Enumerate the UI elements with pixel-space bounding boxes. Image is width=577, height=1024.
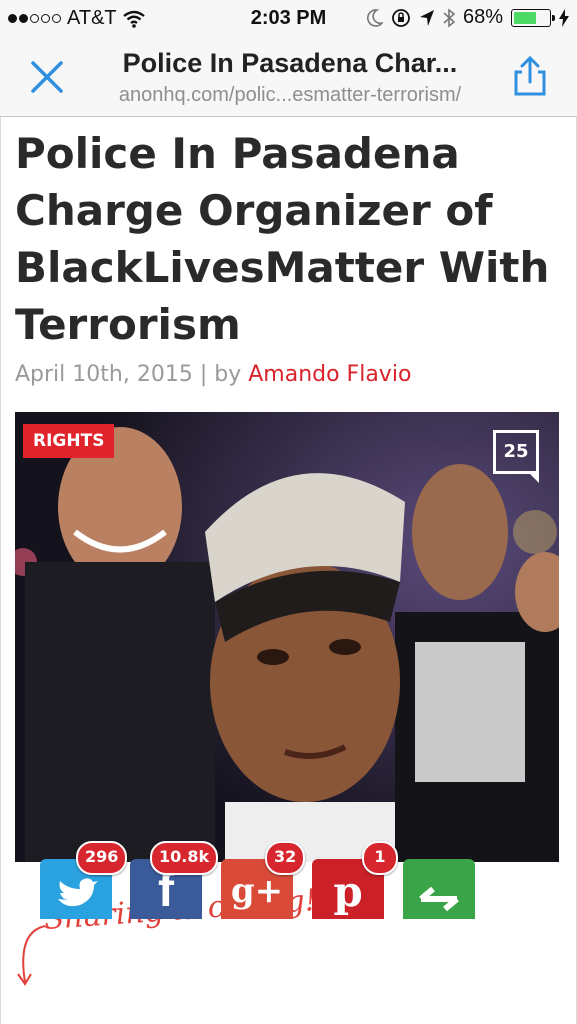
battery-percent: 68% — [462, 6, 503, 28]
page-title: Police In Pasadena Char... — [122, 48, 458, 78]
google-plus-count: 32 — [265, 841, 306, 875]
browser-header: Police In Pasadena Char... anonhq.com/po… — [0, 36, 577, 117]
sharethis-share-button[interactable] — [403, 859, 475, 919]
twitter-count: 296 — [76, 841, 128, 875]
page-url[interactable]: anonhq.com/polic...esmatter-terrorism/ — [80, 84, 500, 107]
category-badge[interactable]: RIGHTS — [23, 424, 115, 458]
facebook-count: 10.8k — [150, 841, 219, 875]
bluetooth-icon — [443, 7, 455, 28]
byline-separator: | — [199, 362, 208, 387]
article-headline: Police In Pasadena Charge Organizer of B… — [15, 129, 550, 349]
rotation-lock-icon — [392, 8, 410, 27]
article-byline: April 10th, 2015 | by Amando Flavio — [15, 362, 411, 387]
status-bar: AT&T 2:03 PM 68% — [0, 0, 577, 36]
share-icon[interactable] — [508, 54, 552, 98]
facebook-share-button[interactable]: f 10.8k — [130, 841, 219, 919]
status-right: 68% — [367, 6, 569, 29]
article-date: April 10th, 2015 — [15, 362, 193, 387]
battery-icon — [511, 8, 555, 27]
pinterest-count: 1 — [362, 841, 398, 875]
byline-by: by — [214, 362, 242, 387]
moon-icon — [367, 8, 383, 27]
google-plus-icon: g+ — [230, 871, 284, 911]
pinterest-share-button[interactable]: p 1 — [312, 841, 398, 919]
article-image[interactable]: RIGHTS 25 — [15, 412, 559, 862]
twitter-share-button[interactable]: 296 — [40, 841, 128, 919]
close-icon[interactable] — [28, 58, 66, 96]
charging-icon — [559, 8, 569, 27]
location-arrow-icon — [419, 9, 434, 26]
comment-count-badge[interactable]: 25 — [493, 430, 539, 483]
google-plus-share-button[interactable]: g+ 32 — [221, 841, 306, 919]
twitter-icon — [58, 878, 98, 907]
photo-illustration — [15, 412, 559, 862]
share-icon — [419, 886, 459, 912]
author-link[interactable]: Amando Flavio — [248, 362, 411, 387]
